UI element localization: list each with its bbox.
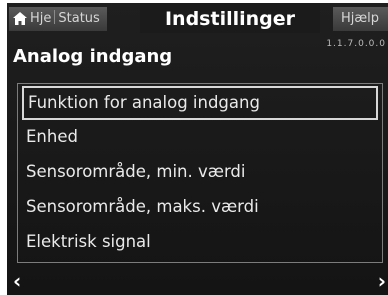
tab-settings[interactable]: Indstillinger bbox=[140, 3, 320, 33]
home-icon bbox=[13, 10, 27, 31]
tab-home-label: Hje bbox=[30, 11, 52, 26]
tab-bar: Hje Status Indstillinger Hjælp bbox=[7, 3, 388, 33]
page-title: Analog indgang bbox=[13, 46, 173, 67]
version-number: 1.1.7.0.0.0 bbox=[326, 39, 386, 49]
menu-item-sensor-max[interactable]: Sensorområde, maks. værdi bbox=[18, 190, 382, 224]
menu-item-sensor-min[interactable]: Sensorområde, min. værdi bbox=[18, 155, 382, 189]
menu-item-electric-signal[interactable]: Elektrisk signal bbox=[18, 225, 382, 259]
device-screen: Hje Status Indstillinger Hjælp 1.1.7.0.0.… bbox=[7, 3, 388, 295]
menu-list: Funktion for analog indgang Enhed Sensor… bbox=[17, 83, 383, 263]
menu-item-analog-function[interactable]: Funktion for analog indgang bbox=[22, 86, 378, 120]
tab-home-status[interactable]: Hje Status bbox=[9, 7, 107, 31]
menu-item-unit[interactable]: Enhed bbox=[18, 120, 382, 154]
chevron-right-icon[interactable]: › bbox=[378, 271, 386, 291]
tab-help[interactable]: Hjælp bbox=[333, 7, 388, 31]
tab-status-label: Status bbox=[58, 11, 100, 26]
chevron-left-icon[interactable]: ‹ bbox=[13, 271, 21, 291]
tab-divider bbox=[54, 10, 56, 24]
